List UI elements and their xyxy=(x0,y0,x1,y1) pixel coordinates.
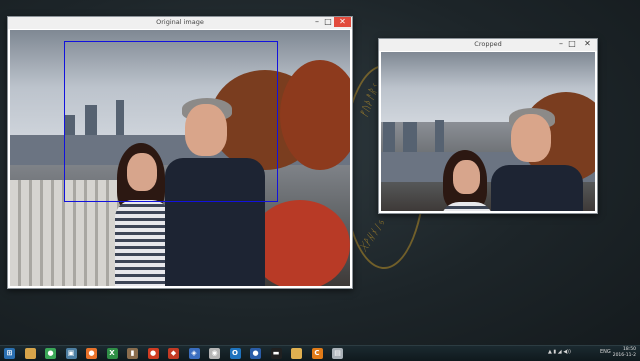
clock-date: 2016-11-2 xyxy=(612,353,636,358)
excel-icon[interactable]: X xyxy=(106,348,118,359)
app-icon[interactable]: ● xyxy=(147,348,159,359)
taskbar: ⊞ ● ▣ ● X ▮ ● ◆ ◈ ◉ O ● ▬ C ▤ ▲ ▮ ◢ ◀)) ENG 18:50 2016… xyxy=(0,345,640,361)
folder-icon-2[interactable] xyxy=(291,348,302,359)
folder-icon[interactable] xyxy=(24,348,36,359)
cropped-image xyxy=(381,52,595,211)
crop-selection-rectangle[interactable] xyxy=(64,41,278,202)
maximize-button[interactable]: □ xyxy=(323,17,333,27)
minimize-button[interactable]: – xyxy=(556,39,566,49)
terminal-icon[interactable]: ▬ xyxy=(270,348,282,359)
minimize-button[interactable]: – xyxy=(312,17,322,27)
firefox-icon[interactable]: ● xyxy=(86,348,97,359)
original-window-titlebar[interactable]: Original image – □ ✕ xyxy=(8,17,352,29)
chrome-icon[interactable]: ● xyxy=(45,348,56,359)
outlook-icon[interactable]: O xyxy=(229,348,241,359)
close-button[interactable]: ✕ xyxy=(334,17,351,27)
tray-icons[interactable]: ▲ ▮ ◢ ◀)) xyxy=(548,349,571,355)
c-icon[interactable]: C xyxy=(311,348,323,359)
globe-icon[interactable]: ● xyxy=(250,348,261,359)
original-image xyxy=(10,30,350,286)
cropped-window[interactable]: Cropped – □ ✕ xyxy=(378,38,598,214)
maximize-button[interactable]: □ xyxy=(567,39,577,49)
git-icon[interactable]: ◆ xyxy=(168,348,179,359)
start-icon[interactable]: ⊞ xyxy=(4,348,15,359)
monitor-icon[interactable]: ▣ xyxy=(65,348,77,359)
clock[interactable]: 18:50 2016-11-2 xyxy=(613,347,636,359)
close-button[interactable]: ✕ xyxy=(579,39,596,49)
language-indicator[interactable]: ENG xyxy=(600,349,611,355)
cube-icon[interactable]: ◈ xyxy=(188,348,200,359)
window-icon[interactable]: ▤ xyxy=(332,348,343,359)
app-icon-2[interactable]: ◉ xyxy=(209,348,220,359)
desktop: ᚠᚢᚦᚨᚱᚲ ᚷᚹᚺᚾᛁᛃ Original image – □ ✕ Cropp… xyxy=(0,0,640,345)
original-image-window[interactable]: Original image – □ ✕ xyxy=(7,16,353,289)
original-window-title: Original image xyxy=(156,18,204,26)
cropped-window-titlebar[interactable]: Cropped – □ ✕ xyxy=(379,39,597,51)
media-icon[interactable]: ▮ xyxy=(127,348,138,359)
